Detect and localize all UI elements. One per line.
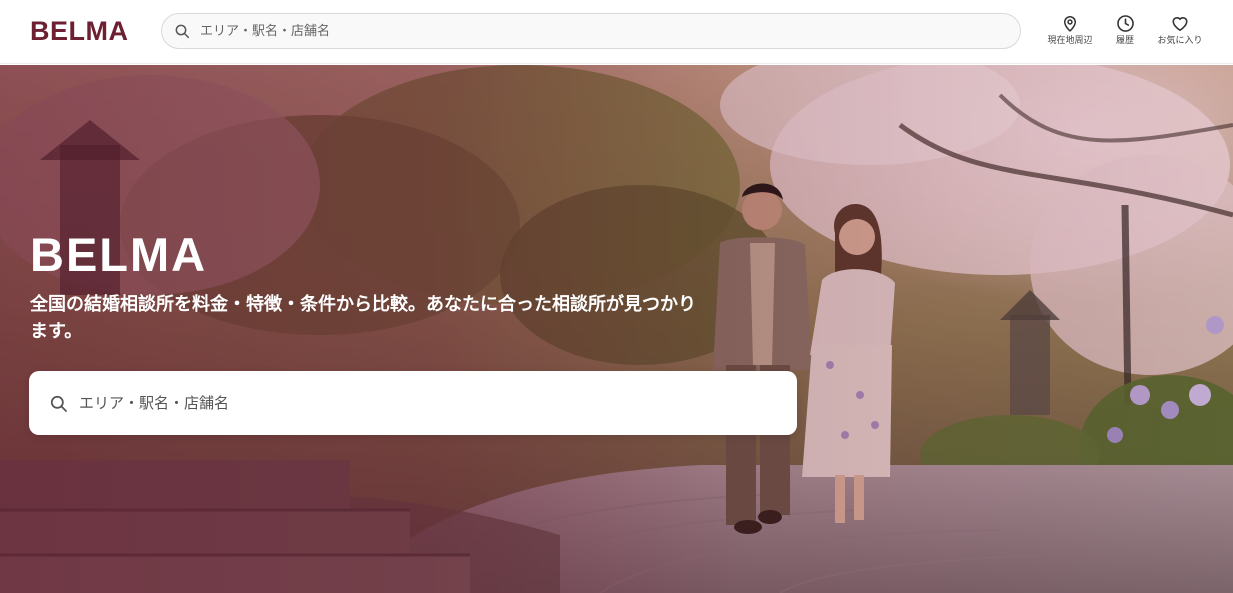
hero-search-bar[interactable] (29, 371, 797, 435)
nav-current-location[interactable]: 現在地周辺 (1043, 14, 1097, 47)
header-search-bar[interactable] (161, 13, 1021, 49)
logo[interactable]: BELMA (30, 14, 129, 48)
hero-title: BELMA (30, 228, 208, 281)
hero-subtitle: 全国の結婚相談所を料金・特徴・条件から比較。あなたに合った相談所が見つかります。 (30, 294, 696, 342)
heart-icon (1172, 17, 1188, 32)
site-header: BELMA 現在地周辺 履歴 お気に入り (0, 0, 1233, 64)
nav-favorites[interactable]: お気に入り (1153, 14, 1207, 47)
header-search-input[interactable] (198, 16, 978, 46)
hero-section: BELMA 全国の結婚相談所を料金・特徴・条件から比較。あなたに合った相談所が見… (0, 65, 1233, 593)
nav-favorites-label: お気に入り (1157, 36, 1203, 46)
clock-icon (1116, 15, 1134, 32)
map-pin-icon (1064, 16, 1076, 32)
hero-search-input[interactable] (77, 383, 777, 423)
nav-history-label: 履歴 (1115, 36, 1134, 46)
search-icon (50, 395, 67, 412)
nav-current-location-label: 現在地周辺 (1047, 36, 1093, 46)
nav-history[interactable]: 履歴 (1110, 14, 1140, 47)
search-icon (175, 24, 190, 39)
